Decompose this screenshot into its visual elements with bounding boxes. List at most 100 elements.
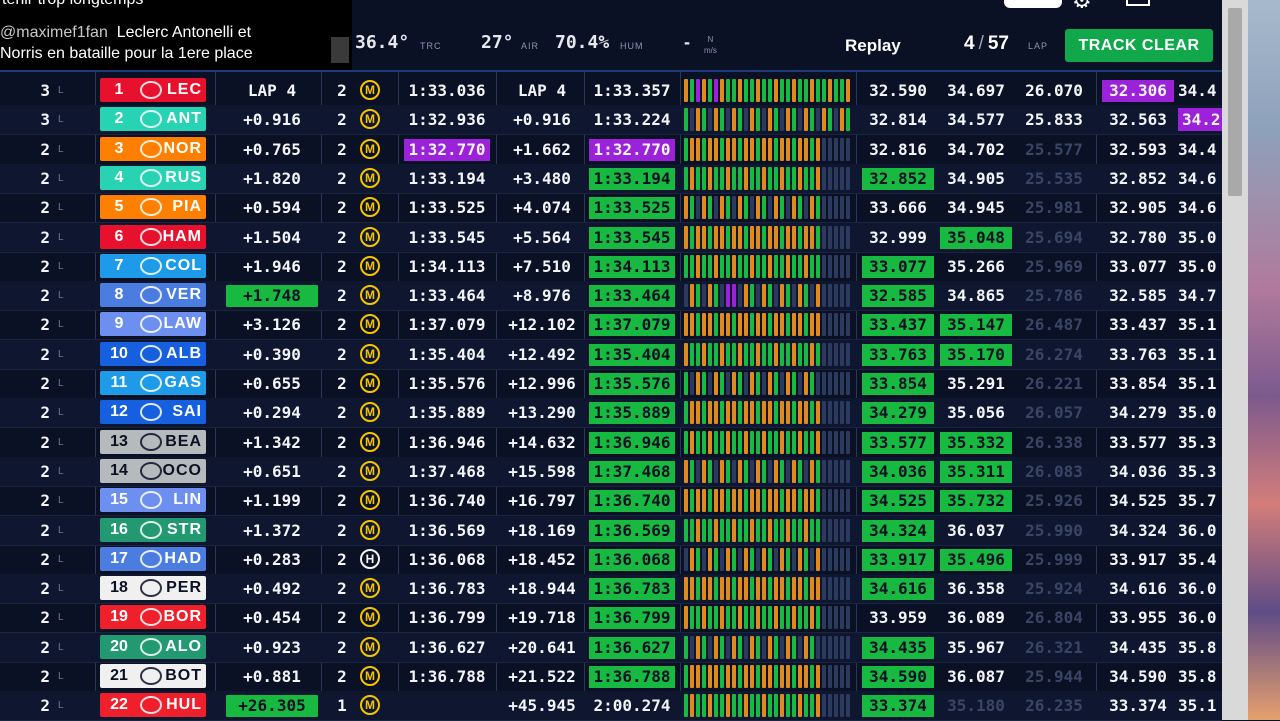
sector-1-time: 32.590 [869, 81, 927, 100]
driver-badge[interactable]: 14 OCO [100, 458, 206, 483]
scrollbar-thumb[interactable] [1228, 8, 1242, 196]
mini-sector-bar [684, 577, 688, 601]
table-row[interactable]: 2 L 20 ALO +0.923 2 M 1:36.627 +20.641 1:36.627 34… [0, 632, 1222, 663]
driver-badge[interactable]: 2 ANT [100, 107, 206, 132]
table-row[interactable]: 2 L 7 COL +1.946 2 M 1:34.113 +7.510 1:34.113 33.0… [0, 252, 1222, 282]
driver-badge[interactable]: 5 PIA [100, 195, 206, 220]
last-lap-time: 1:37.079 [408, 315, 486, 335]
mini-sector-bar [732, 547, 736, 571]
sector-3-time: 25.926 [1025, 491, 1083, 511]
driver-badge[interactable]: 3 NOR [100, 136, 206, 161]
mini-sector-bar [816, 665, 820, 688]
table-row[interactable]: 2 L 16 STR +1.372 2 M 1:36.569 +18.169 1:36.569 34… [0, 515, 1222, 546]
mini-sector-bar [804, 694, 808, 718]
position: 14 [110, 461, 128, 479]
driver-badge[interactable]: 10 ALB [100, 341, 206, 366]
driver-badge[interactable]: 7 COL [100, 253, 206, 278]
table-row[interactable]: 2 L 17 HAD +0.283 2 H 1:36.068 +18.452 1:36.068 33… [0, 545, 1222, 575]
tyre-age: 2 [337, 168, 347, 188]
table-row[interactable]: 2 L 9 LAW +3.126 2 M 1:37.079 +12.102 1:37.079 33.… [0, 310, 1222, 341]
table-row[interactable]: 2 L 19 BOR +0.454 2 M 1:36.799 +19.718 1:36.799 33… [0, 603, 1222, 634]
mini-sector-bar [732, 518, 736, 542]
position: 9 [114, 315, 124, 333]
mini-sector-bar [756, 577, 760, 601]
table-row[interactable]: 2 L 18 PER +0.492 2 M 1:36.783 +18.944 1:36.783 34… [0, 574, 1222, 605]
row-tag: L [58, 495, 64, 507]
driver-badge[interactable]: 4 RUS [100, 165, 206, 190]
sector-2-time: 34.577 [947, 110, 1005, 130]
mini-sector-bar [720, 166, 724, 190]
table-row[interactable]: 2 L 8 VER +1.748 2 M 1:33.464 +8.976 1:33.464 32.5… [0, 281, 1222, 312]
vertical-scrollbar[interactable] [1222, 0, 1248, 720]
driver-badge[interactable]: 6 HAM [100, 224, 206, 249]
driver-badge[interactable]: 12 SAI [100, 400, 206, 425]
table-row[interactable]: 3 L 2 ANT +0.916 2 M 1:32.936 +0.916 1:33.224 32.8… [0, 105, 1225, 136]
table-row[interactable]: 2 L 5 PIA +0.594 2 M 1:33.525 +4.074 1:33.525 33.6… [0, 193, 1222, 224]
track-status-button[interactable]: TRACK CLEAR [1065, 29, 1213, 62]
mini-sector-bar [804, 665, 808, 688]
mini-sector-bars [684, 79, 852, 102]
driver-badge[interactable]: 20 ALO [100, 634, 206, 659]
table-row[interactable]: 3 L 1 LEC LAP 4 2 M 1:33.036 LAP 4 1:33.357 32.590… [0, 76, 1222, 106]
driver-badge[interactable]: 21 BOT [100, 664, 206, 688]
table-row[interactable]: 2 L 11 GAS +0.655 2 M 1:35.576 +12.996 1:35.576 33… [0, 369, 1222, 399]
driver-badge[interactable]: 19 BOR [100, 605, 206, 630]
mini-sector-bar [726, 166, 730, 190]
mini-sector-bar [804, 489, 808, 513]
gear-icon[interactable]: ⚙ [1072, 0, 1098, 8]
driver-badge[interactable]: 17 HAD [100, 546, 206, 571]
team-logo-icon [140, 344, 162, 363]
table-row[interactable]: 2 L 14 OCO +0.651 2 M 1:37.468 +15.598 1:37.468 34… [0, 456, 1222, 487]
tyre-age: 2 [337, 637, 347, 657]
driver-badge[interactable]: 11 GAS [100, 371, 206, 395]
window-icon[interactable] [1126, 0, 1150, 6]
sector-2-time: 36.089 [947, 608, 1005, 628]
table-row[interactable]: 2 L 15 LIN +1.199 2 M 1:36.740 +16.797 1:36.740 34… [0, 486, 1222, 517]
position: 6 [114, 227, 124, 245]
table-row[interactable]: 2 L 10 ALB +0.390 2 M 1:35.404 +12.492 1:35.404 33… [0, 339, 1222, 370]
driver-badge[interactable]: 9 LAW [100, 312, 206, 337]
table-row[interactable]: 2 L 13 BEA +1.342 2 M 1:36.946 +14.632 1:36.946 33… [0, 428, 1222, 458]
mini-sector-bar [708, 430, 712, 454]
table-row[interactable]: 2 L 12 SAI +0.294 2 M 1:35.889 +13.290 1:35.889 34… [0, 398, 1222, 429]
sector-2-time: 35.048 [940, 226, 1012, 249]
tyre-age: 2 [337, 432, 347, 452]
mini-sector-bar [840, 225, 844, 249]
mini-sector-bar [780, 137, 784, 161]
mini-sector-bar [816, 313, 820, 337]
gap-to-leader: +0.881 [243, 667, 301, 686]
mini-sector-bar [804, 401, 808, 425]
table-row[interactable]: 2 L 4 RUS +1.820 2 M 1:33.194 +3.480 1:33.194 32.8… [0, 163, 1222, 194]
driver-badge[interactable]: 16 STR [100, 517, 206, 542]
tyre-compound-icon: M [360, 226, 380, 247]
mini-sector-bar [726, 518, 730, 542]
driver-badge[interactable]: 18 PER [100, 576, 206, 601]
table-row[interactable]: 2 L 22 HUL +26.305 1 M +45.945 2:00.274 33.374 35.… [0, 691, 1222, 721]
position: 1 [114, 81, 124, 98]
driver-badge[interactable]: 8 VER [100, 283, 206, 308]
mini-sector-bar [786, 284, 790, 308]
driver-badge[interactable]: 13 BEA [100, 429, 206, 454]
mini-sector-bar [702, 459, 706, 483]
row-tag: L [58, 465, 64, 477]
top-tab[interactable] [1004, 0, 1062, 8]
driver-badge[interactable]: 1 LEC [100, 78, 206, 102]
mini-sector-bar [798, 606, 802, 630]
table-row[interactable]: 2 L 3 NOR +0.765 2 M 1:32.770 +1.662 1:32.770 32.8… [0, 135, 1222, 165]
mini-sector-bar [756, 166, 760, 190]
mini-sector-bar [714, 577, 718, 601]
table-row[interactable]: 2 L 21 BOT +0.881 2 M 1:36.788 +21.522 1:36.788 34… [0, 662, 1222, 692]
table-row[interactable]: 2 L 6 HAM +1.504 2 M 1:33.545 +5.564 1:33.545 32.9… [0, 222, 1222, 253]
mini-sector-bar [786, 79, 790, 102]
replay-label[interactable]: Replay [845, 36, 901, 56]
driver-badge[interactable]: 22 HUL [100, 693, 206, 718]
driver-badge[interactable]: 15 LIN [100, 488, 206, 513]
driver-code: ALB [166, 344, 202, 362]
mini-sector-bar [834, 547, 838, 571]
mini-sector-bar [696, 635, 700, 659]
mini-sector-bar [714, 372, 718, 395]
best-sector-2-value: 35.0 [1178, 256, 1217, 276]
mini-sector-bars [684, 665, 852, 688]
chat-line: @maximef1fan Leclerc Antonelli et [0, 21, 251, 44]
sector-2-time: 34.865 [947, 286, 1005, 306]
